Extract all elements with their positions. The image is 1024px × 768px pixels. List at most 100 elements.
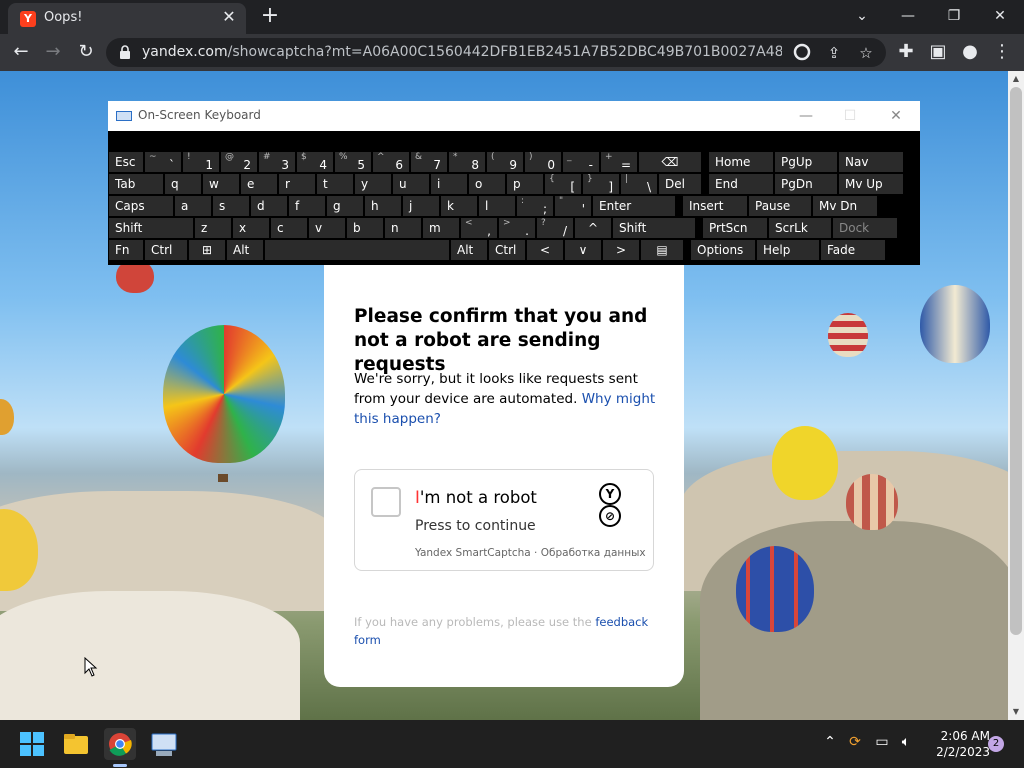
osk-close-button[interactable]: ✕ — [876, 105, 916, 127]
osk-key-pause[interactable]: Pause — [749, 196, 811, 216]
osk-key-6[interactable]: ^ 6 — [373, 152, 409, 172]
address-bar[interactable]: yandex.com/showcaptcha?mt=A06A00C1560442… — [106, 38, 886, 67]
osk-key-g[interactable]: g — [327, 196, 363, 216]
new-tab-button[interactable]: + — [258, 4, 282, 28]
profile-icon[interactable]: ● — [957, 39, 983, 65]
osk-key-a[interactable]: a — [175, 196, 211, 216]
menu-icon[interactable]: ⋮ — [989, 39, 1015, 65]
osk-key-symbol[interactable]: | \ — [621, 174, 657, 194]
osk-key-0[interactable]: ) 0 — [525, 152, 561, 172]
osk-key-fade[interactable]: Fade — [821, 240, 885, 260]
not-a-robot-checkbox[interactable] — [371, 487, 401, 517]
osk-key-symbol[interactable]: ∨ — [565, 240, 601, 260]
osk-app-icon[interactable] — [148, 728, 180, 760]
osk-key-3[interactable]: #3 — [259, 152, 295, 172]
osk-key-symbol[interactable]: ⌫ — [639, 152, 701, 172]
osk-key-tab[interactable]: Tab — [109, 174, 163, 194]
osk-key-shift[interactable]: Shift — [613, 218, 695, 238]
url-text[interactable]: yandex.com/showcaptcha?mt=A06A00C1560442… — [142, 44, 782, 60]
osk-key-symbol[interactable]: ^ — [575, 218, 611, 238]
osk-key-symbol[interactable]: > — [603, 240, 639, 260]
osk-key-4[interactable]: $4 — [297, 152, 333, 172]
tab-search-dropdown-icon[interactable]: ⌄ — [840, 2, 884, 30]
osk-key-w[interactable]: w — [203, 174, 239, 194]
chrome-icon[interactable] — [104, 728, 136, 760]
osk-key-j[interactable]: j — [403, 196, 439, 216]
restore-button[interactable]: ❐ — [932, 2, 976, 30]
system-clock[interactable]: 2:06 AM 2/2/2023 — [922, 728, 990, 760]
osk-key-symbol[interactable]: " ' — [555, 196, 591, 216]
scroll-down-arrow-icon[interactable]: ▼ — [1008, 704, 1024, 720]
osk-key-s[interactable]: s — [213, 196, 249, 216]
osk-key-options[interactable]: Options — [691, 240, 755, 260]
osk-key-7[interactable]: & 7 — [411, 152, 447, 172]
file-explorer-icon[interactable] — [60, 728, 92, 760]
volume-icon[interactable]: 🔈︎ — [896, 734, 916, 750]
osk-key-esc[interactable]: Esc — [109, 152, 143, 172]
osk-key-shift[interactable]: Shift — [109, 218, 193, 238]
osk-key-del[interactable]: Del — [659, 174, 701, 194]
osk-key-prtscn[interactable]: PrtScn — [703, 218, 767, 238]
scrollbar-thumb[interactable] — [1010, 87, 1022, 635]
osk-key-pgup[interactable]: PgUp — [775, 152, 837, 172]
sync-icon[interactable]: ⟳ — [845, 734, 865, 750]
osk-key-mv-up[interactable]: Mv Up — [839, 174, 903, 194]
sidepanel-icon[interactable]: ▣ — [925, 39, 951, 65]
osk-key-u[interactable]: u — [393, 174, 429, 194]
osk-key-home[interactable]: Home — [709, 152, 773, 172]
osk-key-space[interactable] — [265, 240, 449, 260]
network-icon[interactable]: ▭ — [872, 734, 892, 750]
osk-key-z[interactable]: z — [195, 218, 231, 238]
smartcaptcha-widget[interactable]: I'm not a robot Press to continue Yandex… — [354, 469, 654, 571]
minimize-button[interactable]: — — [886, 2, 930, 30]
osk-key-symbol[interactable]: + = — [601, 152, 637, 172]
osk-key-mv-dn[interactable]: Mv Dn — [813, 196, 877, 216]
osk-key-symbol[interactable]: }] — [583, 174, 619, 194]
osk-key-l[interactable]: l — [479, 196, 515, 216]
osk-key-n[interactable]: n — [385, 218, 421, 238]
reload-button[interactable]: ↻ — [73, 39, 99, 65]
chevron-up-icon[interactable]: ⌃ — [820, 734, 840, 750]
osk-key-d[interactable]: d — [251, 196, 287, 216]
osk-key-symbol[interactable]: >. — [499, 218, 535, 238]
osk-key-1[interactable]: ! 1 — [183, 152, 219, 172]
osk-key-8[interactable]: * 8 — [449, 152, 485, 172]
extensions-icon[interactable]: ✚ — [893, 39, 919, 65]
lock-icon[interactable] — [118, 45, 132, 59]
windows-start-icon[interactable] — [16, 728, 48, 760]
osk-key-symbol[interactable]: ~ ` — [145, 152, 181, 172]
osk-key-insert[interactable]: Insert — [683, 196, 747, 216]
osk-key-caps[interactable]: Caps — [109, 196, 173, 216]
osk-key-help[interactable]: Help — [757, 240, 819, 260]
osk-key-q[interactable]: q — [165, 174, 201, 194]
osk-key-symbol[interactable]: _ - — [563, 152, 599, 172]
osk-key-end[interactable]: End — [709, 174, 773, 194]
osk-key-b[interactable]: b — [347, 218, 383, 238]
osk-key-9[interactable]: (9 — [487, 152, 523, 172]
osk-key-symbol[interactable]: <, — [461, 218, 497, 238]
osk-key-i[interactable]: i — [431, 174, 467, 194]
notification-badge[interactable]: 2 — [988, 736, 1004, 752]
osk-key-t[interactable]: t — [317, 174, 353, 194]
osk-key-symbol[interactable]: :; — [517, 196, 553, 216]
bookmark-star-icon[interactable]: ☆ — [856, 43, 876, 63]
osk-minimize-button[interactable]: — — [786, 105, 826, 127]
osk-key-symbol[interactable]: < — [527, 240, 563, 260]
osk-key-f[interactable]: f — [289, 196, 325, 216]
osk-key-nav[interactable]: Nav — [839, 152, 903, 172]
captcha-footer-text[interactable]: Yandex SmartCaptcha · Обработка данных — [415, 547, 646, 559]
osk-key-alt[interactable]: Alt — [227, 240, 263, 260]
back-button[interactable]: ← — [8, 39, 34, 65]
osk-key-symbol[interactable]: {[ — [545, 174, 581, 194]
osk-key-alt[interactable]: Alt — [451, 240, 487, 260]
osk-key-5[interactable]: % 5 — [335, 152, 371, 172]
osk-key-e[interactable]: e — [241, 174, 277, 194]
osk-key-scrlk[interactable]: ScrLk — [769, 218, 831, 238]
share-icon[interactable]: ⇪ — [824, 43, 844, 63]
osk-key-symbol[interactable]: ⊞ — [189, 240, 225, 260]
osk-key-h[interactable]: h — [365, 196, 401, 216]
osk-key-pgdn[interactable]: PgDn — [775, 174, 837, 194]
osk-key-v[interactable]: v — [309, 218, 345, 238]
osk-key-y[interactable]: y — [355, 174, 391, 194]
osk-key-symbol[interactable]: ? / — [537, 218, 573, 238]
